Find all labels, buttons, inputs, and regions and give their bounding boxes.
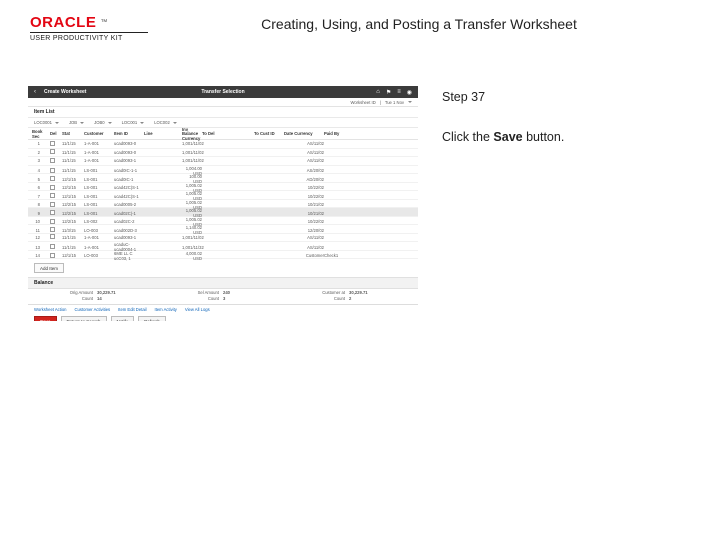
chevron-down-icon[interactable] (108, 122, 112, 124)
brand-name: ORACLE (30, 14, 96, 31)
row-checkbox[interactable] (50, 234, 55, 239)
chevron-down-icon[interactable] (55, 122, 59, 124)
instruction-text: Click the Save button. (442, 126, 692, 150)
center-title: Transfer Selection (201, 89, 244, 95)
footer-link[interactable]: Worksheet Action (34, 307, 67, 312)
footer-link[interactable]: Item Activity (155, 307, 177, 312)
flag-icon[interactable]: ⚑ (386, 89, 391, 96)
col-inv[interactable]: Inv Balance Currency (182, 128, 202, 141)
row-checkbox[interactable] (50, 193, 55, 198)
table-row[interactable]: 612/1/15LS-001ucad42C(S-11,005.02 USD10/… (28, 183, 418, 192)
filter-1[interactable]: JOB (69, 120, 77, 125)
app-screenshot: ‹ Create Worksheet Transfer Selection ⌂ … (28, 86, 418, 321)
row-checkbox[interactable] (50, 149, 55, 154)
col-todel[interactable]: To Del (202, 132, 254, 136)
filter-4[interactable]: LOC002 (154, 120, 170, 125)
app-titlebar: ‹ Create Worksheet Transfer Selection ⌂ … (28, 86, 418, 98)
refresh-button[interactable]: Refresh (138, 316, 166, 321)
balance-grid: Orig Amount30,229.71Sel Amount240Custome… (28, 289, 418, 304)
footer-link[interactable]: View All Logs (185, 307, 210, 312)
button-row: Save Return to Search Notify Refresh (28, 314, 418, 321)
step-label: Step 37 (442, 86, 692, 110)
sub-bar: Worksheet ID | Tue 1 Nov (28, 98, 418, 107)
row-checkbox[interactable] (50, 202, 55, 207)
row-checkbox[interactable] (50, 176, 55, 181)
footer-links: Worksheet Action Customer Activities Item … (28, 305, 418, 314)
row-checkbox[interactable] (50, 210, 55, 215)
table-row[interactable]: 1311/1/151-A-001ucaduC-ucad0004-11,001/1… (28, 242, 418, 251)
menu-icon[interactable]: ≡ (397, 89, 401, 96)
window-title: Create Worksheet (44, 89, 86, 95)
table-row[interactable]: 1012/2/15LS-002ucad02C-21,005.02 USD10/2… (28, 217, 418, 226)
col-stat[interactable]: Stat (62, 132, 84, 136)
chevron-down-icon[interactable] (140, 122, 144, 124)
table-header: Book Sec Del Stat Customer Item ID Line … (28, 128, 418, 140)
table-row[interactable]: 1412/1/15LO-0036ME LL C ucC03, 14,000.02… (28, 251, 418, 260)
page-title: Creating, Using, and Posting a Transfer … (148, 16, 690, 32)
row-checkbox[interactable] (50, 227, 55, 232)
table-row[interactable]: 712/1/15LS-001ucad42C(S-11,005.02 USD10/… (28, 191, 418, 200)
row-checkbox[interactable] (50, 185, 55, 190)
chevron-down-icon[interactable] (80, 122, 84, 124)
brand-logo: ORACLE ™ USER PRODUCTIVITY KIT (30, 14, 148, 42)
table-row[interactable]: 211/1/151-A-001ucad0093-01,001/11/02AS/1… (28, 149, 418, 158)
row-checkbox[interactable] (50, 219, 55, 224)
row-checkbox[interactable] (50, 168, 55, 173)
footer-link[interactable]: Item Edit Detail (118, 307, 146, 312)
table-row[interactable]: 1111/3/15LO-003ucad002D-31,140.02 USD12/… (28, 225, 418, 234)
balance-heading: Balance (28, 277, 418, 289)
row-checkbox[interactable] (50, 158, 55, 163)
chevron-down-icon[interactable] (173, 122, 177, 124)
col-customer[interactable]: Customer (84, 132, 114, 136)
table-row[interactable]: 812/2/15LS-001ucad0005-21,005.02 USD10/2… (28, 200, 418, 209)
notify-button[interactable]: Notify (111, 316, 135, 321)
row-checkbox[interactable] (50, 141, 55, 146)
col-tocust[interactable]: To Cust ID (254, 132, 284, 136)
home-icon[interactable]: ⌂ (376, 89, 380, 96)
table-row[interactable]: 512/1/15LS-001ucad0IC-1100.00 USDAD/20/0… (28, 174, 418, 183)
last-view: Tue 1 Nov (385, 100, 404, 105)
save-button[interactable]: Save (34, 316, 57, 321)
chevron-down-icon[interactable] (408, 101, 412, 103)
back-icon[interactable]: ‹ (34, 89, 36, 95)
table-row[interactable]: 912/2/15LS-001ucad02C(-11,005.02 USD10/2… (28, 208, 418, 217)
return-button[interactable]: Return to Search (61, 316, 107, 321)
table-row[interactable]: 411/1/15LS-001ucad0IC-1-11,004.00 USDAS/… (28, 166, 418, 175)
col-paidby[interactable]: Paid By (324, 132, 360, 136)
col-item[interactable]: Item ID (114, 132, 144, 136)
col-line[interactable]: Line (144, 132, 182, 136)
filter-row: LOC0001 JOB JOB0 LOC001 LOC002 (28, 118, 418, 128)
section-label: Item List (34, 109, 55, 115)
row-checkbox[interactable] (50, 253, 55, 258)
brand-sub: USER PRODUCTIVITY KIT (30, 35, 148, 42)
filter-2[interactable]: JOB0 (94, 120, 104, 125)
instruction-panel: Step 37 Click the Save button. (442, 86, 692, 321)
filter-0[interactable]: LOC0001 (34, 120, 52, 125)
table-row[interactable]: 111/1/151-A-001ucad0093-01,001/11/02AS/1… (28, 140, 418, 149)
row-checkbox[interactable] (50, 244, 55, 249)
col-datecurr[interactable]: Date Currency (284, 132, 324, 136)
table-row[interactable]: 311/1/151-A-001ucad0093-11,001/11/02AS/1… (28, 157, 418, 166)
col-del[interactable]: Del (50, 132, 62, 136)
breadcrumb: Worksheet ID (350, 100, 375, 105)
filter-3[interactable]: LOC001 (122, 120, 138, 125)
brand-tm: ™ (100, 19, 107, 26)
add-item-button[interactable]: Add Item (34, 263, 64, 273)
table-row[interactable]: 1211/1/151-A-001ucad0093-11,001/11/02AS/… (28, 234, 418, 243)
footer-link[interactable]: Customer Activities (75, 307, 111, 312)
help-icon[interactable]: ◉ (407, 89, 412, 96)
col-book[interactable]: Book Sec (32, 130, 50, 139)
